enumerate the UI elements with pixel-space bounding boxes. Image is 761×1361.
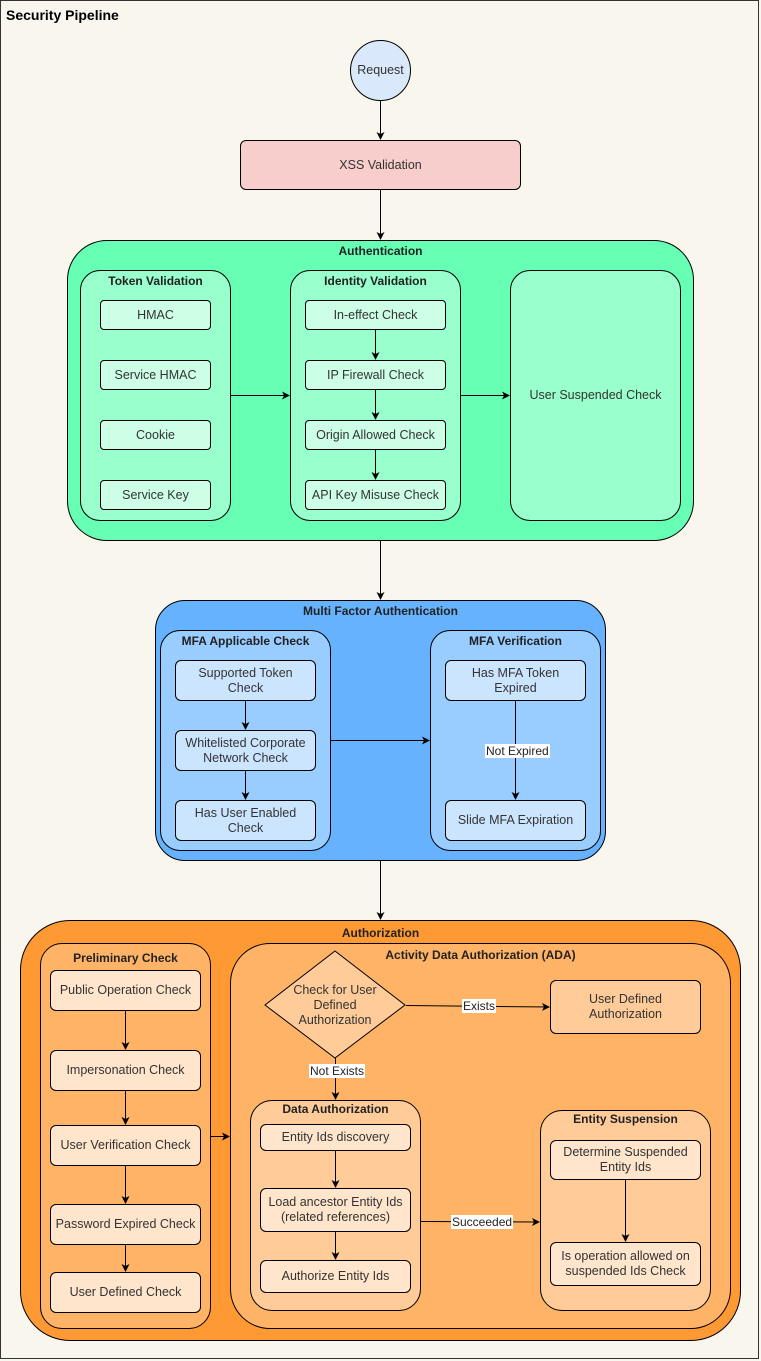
connectors [121,101,630,1272]
succeeded-label: Succeeded [451,1215,514,1229]
not-expired-label: Not Expired [485,744,550,758]
not-exists-label: Not Exists [309,1064,366,1078]
exists-label: Exists [462,999,497,1013]
